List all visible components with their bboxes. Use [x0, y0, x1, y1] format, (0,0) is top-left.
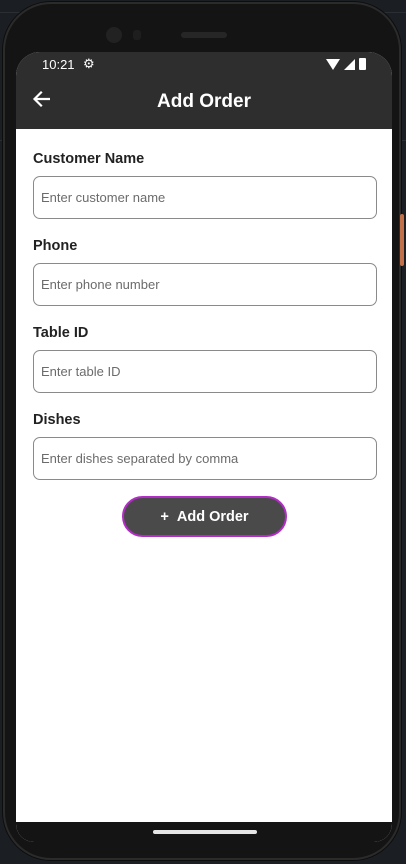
page-title: Add Order — [157, 91, 251, 112]
front-camera — [106, 27, 122, 43]
plus-icon: + — [160, 508, 169, 525]
app-bar: Add Order — [16, 76, 392, 129]
dishes-input[interactable] — [33, 437, 377, 480]
earpiece — [181, 32, 227, 38]
signal-icon — [344, 58, 355, 70]
add-order-button-label: Add Order — [176, 508, 249, 525]
gear-icon: ⚙ — [83, 56, 95, 71]
battery-icon — [359, 58, 366, 70]
navigation-bar — [16, 822, 392, 842]
table-id-label: Table ID — [33, 325, 89, 341]
customer-name-input[interactable] — [33, 176, 377, 219]
dishes-label: Dishes — [33, 412, 81, 428]
table-id-input[interactable] — [33, 350, 377, 393]
status-time: 10:21 — [42, 57, 75, 72]
status-icons — [326, 58, 366, 70]
home-indicator[interactable] — [153, 830, 257, 834]
screen: 10:21 ⚙ Add Order Customer Name Phone Ta… — [16, 52, 392, 842]
customer-name-label: Customer Name — [33, 151, 145, 167]
add-order-button[interactable]: + Add Order — [122, 496, 287, 537]
proximity-sensor — [133, 30, 141, 40]
power-button — [400, 214, 404, 266]
status-bar: 10:21 ⚙ — [16, 52, 392, 76]
phone-label: Phone — [33, 238, 78, 254]
phone-frame: 10:21 ⚙ Add Order Customer Name Phone Ta… — [3, 2, 404, 860]
wifi-icon — [326, 58, 340, 70]
phone-input[interactable] — [33, 263, 377, 306]
